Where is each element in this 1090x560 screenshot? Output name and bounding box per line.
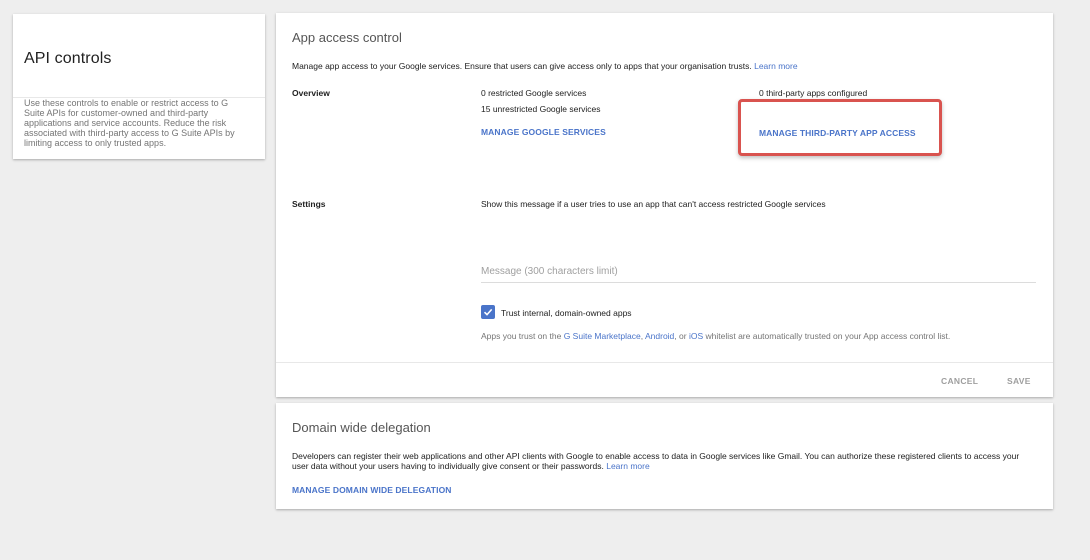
app-access-control-title: App access control <box>292 30 402 45</box>
app-access-control-card: App access control Manage app access to … <box>276 13 1053 397</box>
save-button[interactable]: SAVE <box>1007 376 1031 386</box>
trust-note-sep: , or <box>674 331 689 341</box>
intro-text: Manage app access to your Google service… <box>292 61 752 71</box>
third-party-count: 0 third-party apps configured <box>759 88 868 98</box>
trust-note-prefix: Apps you trust on the <box>481 331 564 341</box>
domain-wide-delegation-title: Domain wide delegation <box>292 420 431 435</box>
delegation-description: Developers can register their web applic… <box>292 451 1037 471</box>
page-title: API controls <box>24 50 112 67</box>
trust-internal-apps-checkbox[interactable] <box>481 305 495 319</box>
manage-third-party-app-access-link[interactable]: MANAGE THIRD-PARTY APP ACCESS <box>759 128 916 138</box>
trust-internal-apps-label: Trust internal, domain-owned apps <box>501 308 632 318</box>
api-controls-description: Use these controls to enable or restrict… <box>24 98 235 148</box>
settings-message-description: Show this message if a user tries to use… <box>481 199 826 209</box>
api-controls-card: API controls Use these controls to enabl… <box>13 14 265 159</box>
message-input[interactable] <box>481 261 1036 283</box>
android-link[interactable]: Android <box>645 331 674 341</box>
footer-divider <box>276 362 1053 363</box>
learn-more-link[interactable]: Learn more <box>754 61 797 71</box>
checkmark-icon <box>483 308 493 316</box>
trust-note-suffix: whitelist are automatically trusted on y… <box>703 331 951 341</box>
trust-note: Apps you trust on the G Suite Marketplac… <box>481 331 950 341</box>
app-access-intro: Manage app access to your Google service… <box>292 61 798 71</box>
learn-more-link[interactable]: Learn more <box>606 461 649 471</box>
restricted-count: 0 restricted Google services <box>481 88 587 98</box>
cancel-button[interactable]: CANCEL <box>941 376 978 386</box>
ios-link[interactable]: iOS <box>689 331 703 341</box>
delegation-text: Developers can register their web applic… <box>292 451 1020 471</box>
settings-label: Settings <box>292 199 326 209</box>
domain-wide-delegation-card: Domain wide delegation Developers can re… <box>276 403 1053 509</box>
unrestricted-count: 15 unrestricted Google services <box>481 104 601 114</box>
manage-domain-wide-delegation-link[interactable]: MANAGE DOMAIN WIDE DELEGATION <box>292 485 452 495</box>
overview-label: Overview <box>292 88 330 98</box>
g-suite-marketplace-link[interactable]: G Suite Marketplace <box>564 331 641 341</box>
manage-google-services-link[interactable]: MANAGE GOOGLE SERVICES <box>481 127 606 137</box>
